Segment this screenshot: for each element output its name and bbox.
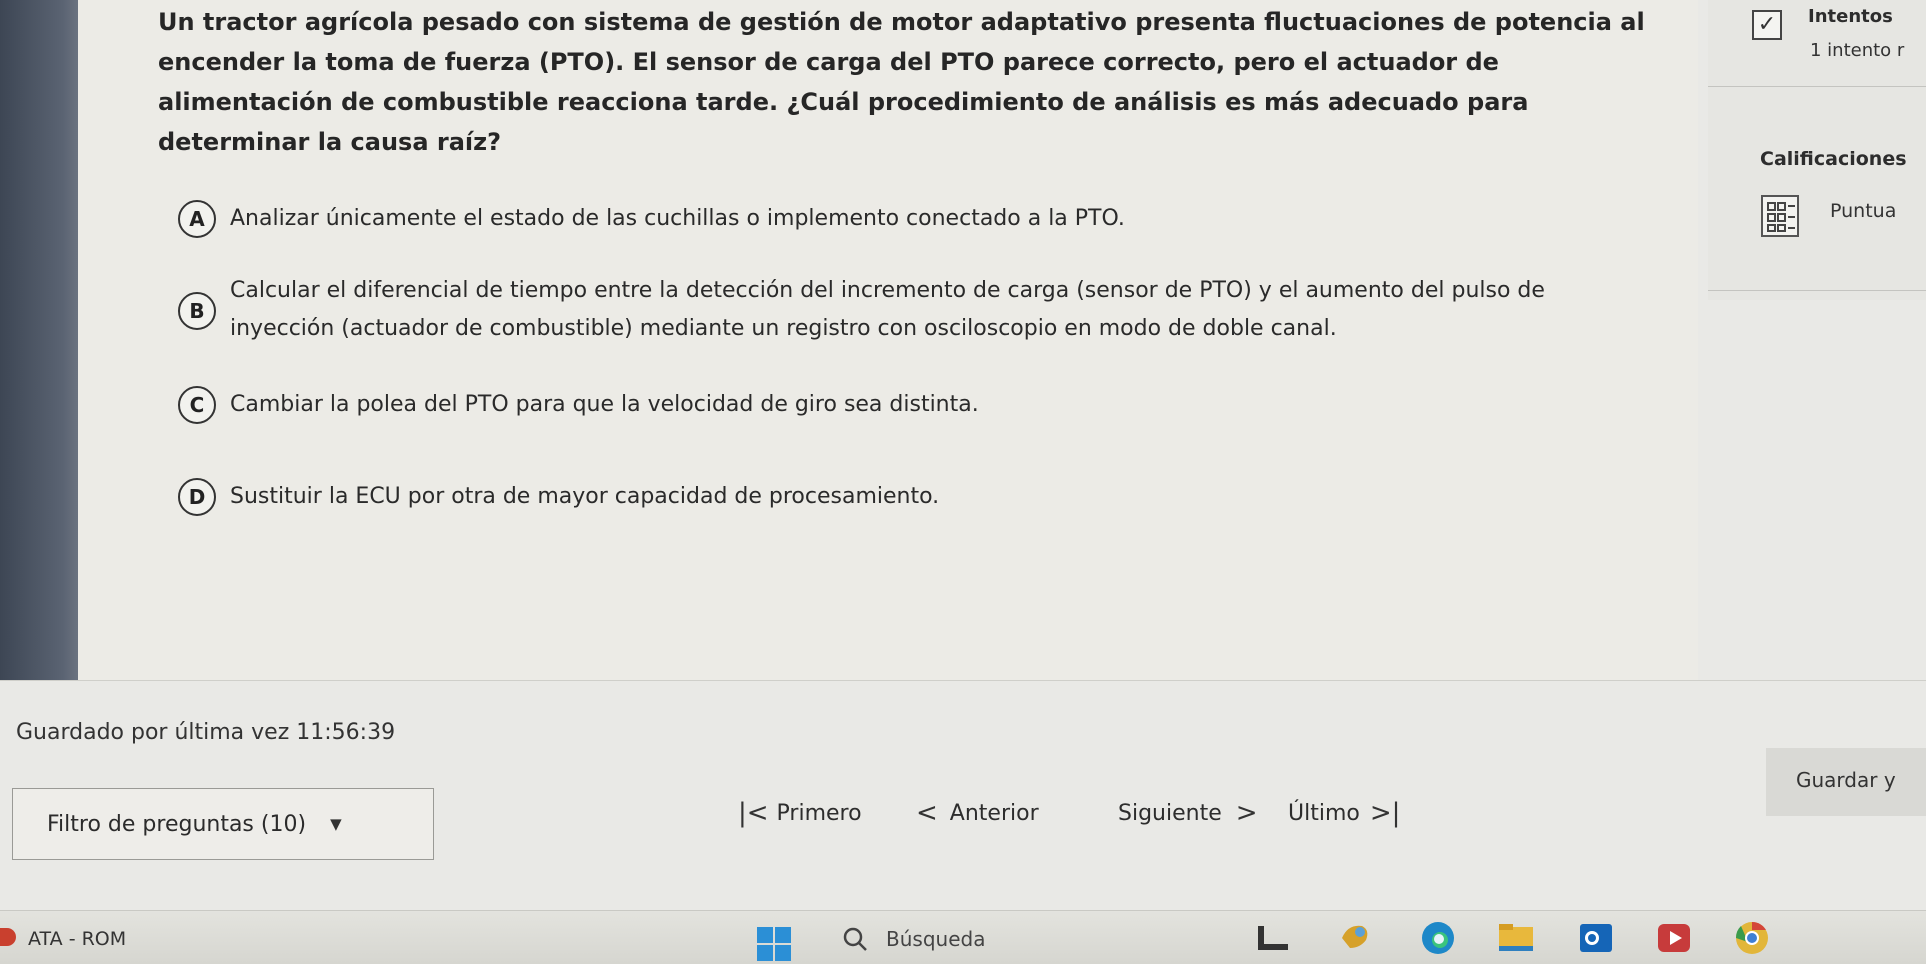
question-filter-dropdown[interactable]: Filtro de preguntas (10) ▼ <box>12 788 434 860</box>
option-a-radio[interactable]: A <box>178 200 216 238</box>
nav-next-label: Siguiente <box>1118 800 1222 826</box>
task-view-icon[interactable] <box>1254 918 1294 958</box>
option-d[interactable]: D Sustituir la ECU por otra de mayor cap… <box>178 478 939 516</box>
windows-start-icon[interactable] <box>756 926 792 962</box>
checkmark-icon: ✓ <box>1752 10 1782 40</box>
last-page-icon: >| <box>1369 798 1401 828</box>
grades-title: Calificaciones <box>1760 148 1907 170</box>
option-c-radio[interactable]: C <box>178 386 216 424</box>
nav-last-label: Último <box>1288 800 1360 826</box>
option-d-radio[interactable]: D <box>178 478 216 516</box>
widgets-icon[interactable] <box>1336 918 1376 958</box>
option-c-text: Cambiar la polea del PTO para que la vel… <box>230 392 979 417</box>
attempts-title: Intentos <box>1808 6 1893 27</box>
chevron-right-icon: > <box>1235 798 1258 828</box>
last-saved-status: Guardado por última vez 11:56:39 <box>16 720 396 745</box>
nav-next-button[interactable]: Siguiente > <box>1118 798 1258 828</box>
chrome-icon[interactable] <box>1732 918 1772 958</box>
question-filter-label: Filtro de preguntas (10) <box>47 811 307 837</box>
score-grid-icon <box>1761 195 1799 237</box>
file-explorer-icon[interactable] <box>1496 918 1536 958</box>
option-b-text: Calcular el diferencial de tiempo entre … <box>230 278 1545 341</box>
nav-previous-label: Anterior <box>949 800 1039 826</box>
option-a-text: Analizar únicamente el estado de las cuc… <box>230 206 1125 231</box>
option-b-radio[interactable]: B <box>178 292 216 330</box>
option-c[interactable]: C Cambiar la polea del PTO para que la v… <box>178 386 979 424</box>
window-left-edge <box>0 0 78 680</box>
footer-divider <box>0 680 1926 681</box>
taskbar-app-label[interactable]: ATA - ROM <box>28 928 126 950</box>
nav-first-button[interactable]: |< Primero <box>738 798 862 828</box>
first-page-icon: |< <box>738 798 769 828</box>
sidebar-divider-bottom <box>1708 290 1926 291</box>
nav-first-label: Primero <box>776 800 862 826</box>
media-player-icon[interactable] <box>1654 918 1694 958</box>
option-d-text: Sustituir la ECU por otra de mayor capac… <box>230 484 940 509</box>
nav-previous-button[interactable]: < Anterior <box>916 798 1039 828</box>
outlook-icon[interactable] <box>1576 918 1616 958</box>
taskbar-search-label: Búsqueda <box>886 927 986 951</box>
option-b[interactable]: B Calcular el diferencial de tiempo entr… <box>178 272 1650 348</box>
dropdown-arrow-icon: ▼ <box>330 815 342 833</box>
taskbar-search[interactable]: Búsqueda <box>842 926 985 952</box>
attempts-value: 1 intento r <box>1810 40 1905 61</box>
nav-last-button[interactable]: Último >| <box>1288 798 1400 828</box>
edge-browser-icon[interactable] <box>1418 918 1458 958</box>
score-label: Puntua <box>1830 200 1897 222</box>
save-and-submit-button[interactable]: Guardar y <box>1766 748 1926 816</box>
option-a[interactable]: A Analizar únicamente el estado de las c… <box>178 200 1125 238</box>
question-text: Un tractor agrícola pesado con sistema d… <box>158 8 1645 156</box>
chevron-left-icon: < <box>916 798 938 828</box>
search-icon <box>843 927 867 951</box>
sidebar-divider <box>1708 86 1926 87</box>
